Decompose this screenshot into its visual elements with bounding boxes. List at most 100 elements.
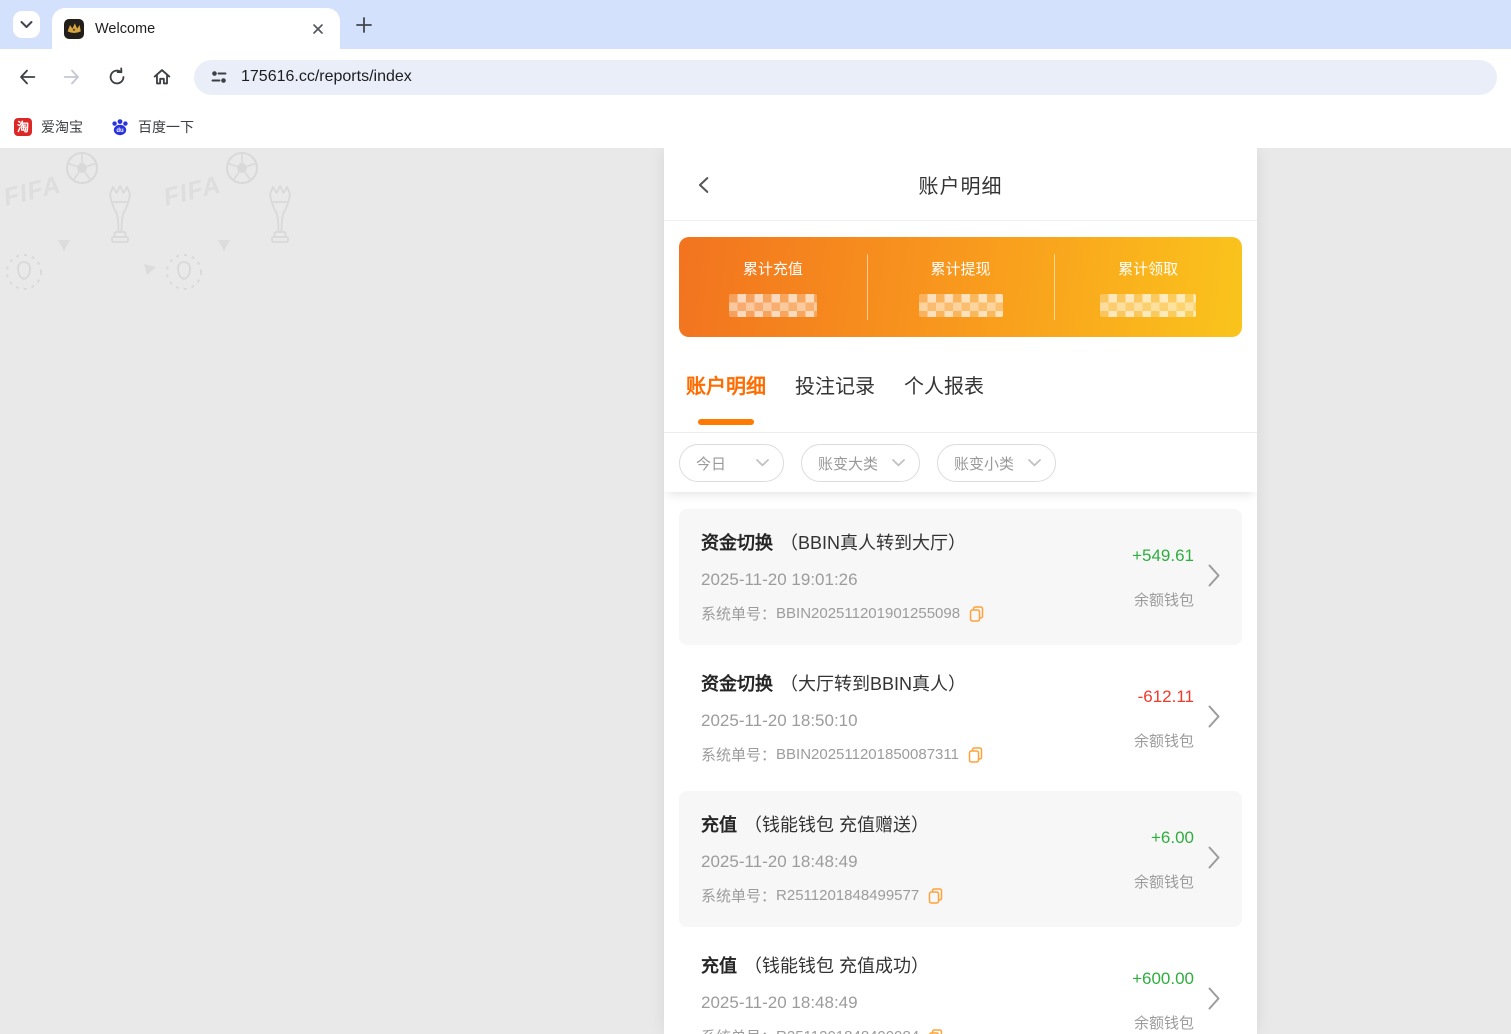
copy-order-button[interactable] xyxy=(968,746,983,763)
txn-order-number: R2511201848499577 xyxy=(776,887,920,904)
txn-amount: +6.00 xyxy=(1150,828,1194,847)
txn-order-number: BBIN202511201901255098 xyxy=(776,605,961,622)
txn-wallet: 余额钱包 xyxy=(1133,1015,1194,1032)
home-icon xyxy=(153,69,171,85)
stat-label: 累计提现 xyxy=(930,260,991,278)
stat-total-deposit: 累计充值 xyxy=(679,237,867,337)
tab-close-button[interactable] xyxy=(308,19,328,39)
cumulative-stats-card: 累计充值 累计提现 累计领取 xyxy=(679,237,1242,337)
browser-toolbar: 175616.cc/reports/index xyxy=(0,49,1511,105)
chevron-right-icon xyxy=(1208,987,1220,1010)
back-arrow-icon xyxy=(20,69,36,85)
chevron-down-icon xyxy=(20,21,33,28)
txn-time: 2025-11-20 18:48:49 xyxy=(701,993,858,1012)
transaction-row[interactable]: 充值 （钱能钱包 充值赠送） 2025-11-20 18:48:49 系统单号：… xyxy=(679,791,1242,927)
gold-dragon-icon xyxy=(67,22,81,33)
txn-amount: -612.11 xyxy=(1137,687,1194,706)
page-back-button[interactable] xyxy=(692,172,718,198)
chevron-left-icon xyxy=(698,177,709,193)
forward-arrow-icon xyxy=(63,69,79,85)
stat-value-redacted xyxy=(918,293,1003,317)
chevron-down-icon xyxy=(756,459,769,467)
forward-button[interactable] xyxy=(55,60,89,94)
txn-order-label: 系统单号： xyxy=(701,606,777,623)
txn-amount: +549.61 xyxy=(1132,546,1194,565)
tab-personal-report[interactable]: 个人报表 xyxy=(904,370,984,432)
filter-label: 账变小类 xyxy=(954,455,1015,473)
filter-label: 今日 xyxy=(696,455,727,473)
bookmark-aitaobao[interactable]: 淘 爱淘宝 xyxy=(14,117,83,137)
fifa-watermark-pattern: FIFA xyxy=(0,148,300,298)
copy-icon xyxy=(928,887,943,904)
reload-icon xyxy=(109,67,125,85)
new-tab-button[interactable] xyxy=(352,13,376,37)
txn-amount: +600.00 xyxy=(1132,969,1194,988)
filter-major-category-dropdown[interactable]: 账变大类 xyxy=(801,444,920,482)
txn-detail: （BBIN真人转到大厅） xyxy=(780,533,967,553)
txn-order-label: 系统单号： xyxy=(701,1026,776,1034)
txn-wallet: 余额钱包 xyxy=(1133,733,1194,750)
plus-icon xyxy=(356,17,372,33)
txn-order-label: 系统单号： xyxy=(701,888,777,905)
chevron-right-icon xyxy=(1208,564,1220,587)
stat-value-redacted xyxy=(728,293,817,317)
browser-tab-welcome[interactable]: Welcome xyxy=(52,8,340,49)
txn-type: 充值 xyxy=(701,956,737,976)
copy-icon xyxy=(968,746,983,763)
stat-value-redacted xyxy=(1100,293,1197,317)
txn-time: 2025-11-20 18:50:10 xyxy=(701,711,858,730)
bookmark-label: 爱淘宝 xyxy=(41,118,83,135)
transaction-row[interactable]: 资金切换 （BBIN真人转到大厅） 2025-11-20 19:01:26 系统… xyxy=(679,509,1242,645)
chevron-right-icon xyxy=(1208,846,1220,869)
taobao-icon: 淘 xyxy=(14,117,32,136)
reload-button[interactable] xyxy=(100,60,134,94)
txn-type: 资金切换 xyxy=(701,533,773,553)
filter-label: 账变大类 xyxy=(818,455,879,473)
copy-order-button[interactable] xyxy=(928,1028,943,1034)
bookmark-baidu[interactable]: du 百度一下 xyxy=(111,117,194,137)
chevron-down-icon xyxy=(892,459,905,467)
chevron-right-icon xyxy=(1208,705,1220,728)
txn-order-number: BBIN202511201850087311 xyxy=(776,746,959,763)
txn-order-label: 系统单号： xyxy=(701,747,777,764)
account-detail-panel: 账户明细 累计充值 累计提现 累计领取 账户明细 投注记录 个人报表 今日 账变… xyxy=(664,148,1257,1034)
txn-type: 充值 xyxy=(701,815,737,835)
txn-order-number: R2511201848499984 xyxy=(776,1028,919,1034)
transaction-row[interactable]: 资金切换 （大厅转到BBIN真人） 2025-11-20 18:50:10 系统… xyxy=(679,650,1242,786)
close-icon xyxy=(313,23,323,34)
browser-tabstrip: Welcome xyxy=(0,0,1511,49)
baidu-paw-icon: du xyxy=(111,118,129,136)
stat-label: 累计领取 xyxy=(1118,260,1179,278)
txn-detail: （钱能钱包 充值成功） xyxy=(744,956,929,976)
txn-wallet: 余额钱包 xyxy=(1133,874,1194,891)
txn-time: 2025-11-20 19:01:26 xyxy=(701,570,858,589)
bookmark-label: 百度一下 xyxy=(138,118,194,135)
copy-order-button[interactable] xyxy=(928,887,943,904)
page-background: FIFA xyxy=(0,148,1511,1034)
copy-icon xyxy=(969,605,984,622)
transaction-list: 资金切换 （BBIN真人转到大厅） 2025-11-20 19:01:26 系统… xyxy=(664,492,1257,1034)
page-title: 账户明细 xyxy=(918,175,1003,198)
filter-minor-category-dropdown[interactable]: 账变小类 xyxy=(937,444,1056,482)
txn-type: 资金切换 xyxy=(701,674,773,694)
tab-account-detail[interactable]: 账户明细 xyxy=(686,370,766,432)
panel-header: 账户明细 xyxy=(664,148,1257,221)
copy-order-button[interactable] xyxy=(969,605,984,622)
txn-detail: （大厅转到BBIN真人） xyxy=(780,674,967,694)
home-button[interactable] xyxy=(145,60,179,94)
panel-top-section: 账户明细 累计充值 累计提现 累计领取 账户明细 投注记录 个人报表 今日 账变… xyxy=(664,148,1257,492)
url-address-bar[interactable]: 175616.cc/reports/index xyxy=(194,59,1497,95)
report-tabs: 账户明细 投注记录 个人报表 xyxy=(664,337,1257,433)
transaction-row[interactable]: 充值 （钱能钱包 充值成功） 2025-11-20 18:48:49 系统单号：… xyxy=(679,932,1242,1034)
tab-bet-records[interactable]: 投注记录 xyxy=(795,370,875,432)
site-settings-tune-icon xyxy=(211,71,227,83)
txn-detail: （钱能钱包 充值赠送） xyxy=(744,815,929,835)
filters-row: 今日 账变大类 账变小类 xyxy=(664,433,1257,492)
txn-time: 2025-11-20 18:48:49 xyxy=(701,852,858,871)
bookmarks-bar: 淘 爱淘宝 du 百度一下 xyxy=(0,105,1511,148)
site-favicon xyxy=(64,18,84,39)
tab-title: Welcome xyxy=(95,20,156,37)
filter-date-dropdown[interactable]: 今日 xyxy=(679,444,784,482)
back-button[interactable] xyxy=(10,60,44,94)
tab-search-button[interactable] xyxy=(13,11,40,38)
